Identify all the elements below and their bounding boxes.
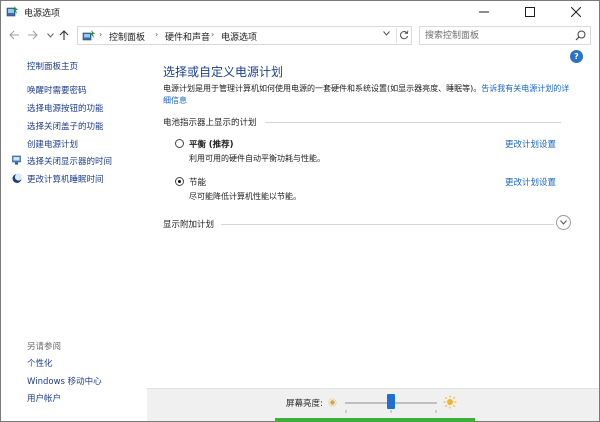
recent-locations-button[interactable] (43, 28, 57, 42)
chevron-down-icon (560, 220, 567, 225)
sidebar-link-power-buttons[interactable]: 选择电源按钮的功能 (27, 102, 104, 114)
screen-brightness-label: 屏幕亮度: (286, 399, 323, 409)
title-bar: 电源选项 (1, 1, 599, 23)
show-additional-plans-label[interactable]: 显示附加计划 (163, 218, 214, 230)
plan-balanced-settings-link[interactable]: 更改计划设置 (505, 138, 556, 150)
plan-balanced-radio[interactable] (175, 139, 184, 148)
sidebar-link-display-off[interactable]: 选择关闭显示器的时间 (27, 155, 112, 167)
sidebar-link-close-lid[interactable]: 选择关闭盖子的功能 (27, 120, 104, 132)
up-arrow-icon (59, 29, 69, 40)
plan-power-saver-radio[interactable] (175, 177, 184, 186)
power-options-app-icon (6, 6, 18, 17)
see-also-user-accounts[interactable]: 用户帐户 (27, 392, 61, 404)
sleep-moon-icon (12, 173, 22, 183)
page-title: 选择或自定义电源计划 (163, 65, 284, 79)
address-dropdown-button[interactable] (380, 30, 392, 42)
expand-additional-plans-button[interactable] (556, 215, 571, 230)
sidebar-link-create-plan[interactable]: 创建电源计划 (27, 138, 78, 150)
breadcrumb-separator-icon: › (155, 30, 159, 39)
address-bar[interactable]: › 控制面板 › 硬件和声音 › 电源选项 (77, 26, 412, 45)
bright-sun-icon (443, 395, 457, 409)
chevron-down-icon (46, 32, 54, 38)
plan-power-saver: 节能 尽可能降低计算机性能以节能。 更改计划设置 (175, 174, 565, 206)
description-text: 电源计划是用于管理计算机如何使用电源的一套硬件和系统设置(如显示器亮度、睡眠等)… (163, 84, 482, 93)
maximize-button[interactable] (507, 1, 553, 23)
brightness-bar: 屏幕亮度: (147, 388, 599, 422)
control-panel-home-link[interactable]: 控制面板主页 (27, 60, 78, 72)
search-icon (575, 30, 586, 41)
dim-sun-icon (328, 398, 337, 407)
main-pane: 选择或自定义电源计划 电源计划是用于管理计算机如何使用电源的一套硬件和系统设置(… (147, 48, 599, 388)
close-icon (571, 7, 581, 17)
taskbar-green-strip (275, 418, 475, 422)
back-button[interactable] (7, 28, 21, 42)
refresh-icon (400, 30, 409, 40)
display-shield-icon (12, 155, 21, 165)
breadcrumb-power-options[interactable]: 电源选项 (221, 30, 257, 43)
brightness-slider-ticks (345, 410, 437, 413)
plan-balanced: 平衡 (推荐) 利用可用的硬件自动平衡功耗与性能。 更改计划设置 (175, 136, 565, 168)
see-also-personalization[interactable]: 个性化 (27, 357, 53, 369)
minimize-icon (479, 11, 489, 13)
breadcrumb-control-panel[interactable]: 控制面板 (109, 30, 145, 43)
minimize-button[interactable] (461, 1, 507, 23)
sidebar-link-sleep-time[interactable]: 更改计算机睡眠时间 (27, 173, 104, 185)
refresh-button[interactable] (396, 28, 411, 43)
forward-button[interactable] (25, 28, 39, 42)
search-box[interactable] (419, 26, 591, 45)
power-options-window: 电源选项 › 控制面板 › 硬件和声音 › 电源选项 搜索控制面板 ? 控制面板… (0, 0, 600, 422)
breadcrumb-separator-icon: › (211, 30, 215, 39)
close-button[interactable] (553, 1, 599, 23)
see-also-header: 另请参阅 (27, 342, 62, 352)
forward-arrow-icon (27, 30, 38, 40)
plan-balanced-name[interactable]: 平衡 (推荐) (189, 138, 234, 150)
window-title: 电源选项 (24, 9, 61, 19)
content-area: ? 控制面板主页 唤醒时需要密码 选择电源按钮的功能 选择关闭盖子的功能 创建电… (1, 48, 599, 422)
breadcrumb-hardware-sound[interactable]: 硬件和声音 (165, 30, 210, 43)
back-arrow-icon (8, 30, 19, 40)
group-divider (265, 122, 561, 123)
page-description: 电源计划是用于管理计算机如何使用电源的一套硬件和系统设置(如显示器亮度、睡眠等)… (163, 83, 573, 106)
chevron-down-icon (382, 31, 390, 36)
address-toolbar: › 控制面板 › 硬件和声音 › 电源选项 (1, 23, 599, 48)
control-panel-icon (82, 30, 95, 41)
plan-power-saver-name[interactable]: 节能 (189, 176, 206, 188)
brightness-slider-thumb[interactable] (387, 394, 395, 409)
plan-power-saver-settings-link[interactable]: 更改计划设置 (505, 176, 556, 188)
additional-plans-divider (221, 224, 554, 225)
search-input[interactable] (425, 29, 570, 42)
see-also-mobility-center[interactable]: Windows 移动中心 (27, 375, 102, 387)
left-navigation-pane: 控制面板主页 唤醒时需要密码 选择电源按钮的功能 选择关闭盖子的功能 创建电源计… (1, 48, 147, 421)
plan-balanced-description: 利用可用的硬件自动平衡功耗与性能。 (189, 154, 325, 163)
plan-power-saver-description: 尽可能降低计算机性能以节能。 (189, 192, 301, 201)
sidebar-link-wake-password[interactable]: 唤醒时需要密码 (27, 84, 87, 96)
up-button[interactable] (57, 28, 71, 42)
maximize-icon (525, 7, 535, 17)
breadcrumb-separator-icon: › (99, 30, 103, 39)
battery-meter-plans-label: 电池指示器上显示的计划 (163, 118, 257, 128)
